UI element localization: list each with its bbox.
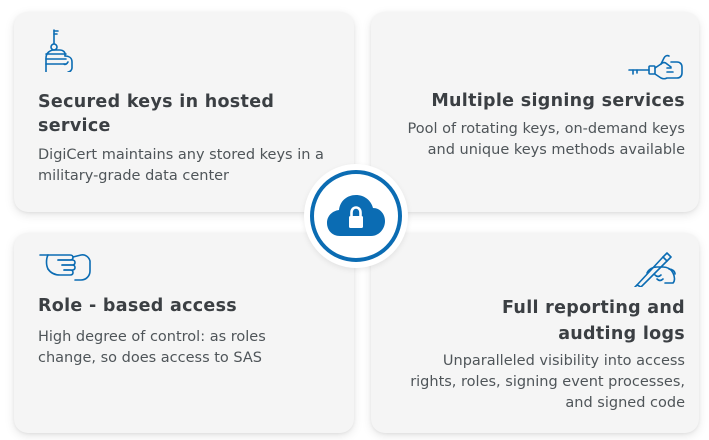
feature-card-multiple-signing: Multiple signing services Pool of rotati… (371, 12, 699, 212)
card-description: DigiCert maintains any stored keys in a … (38, 147, 324, 184)
card-description: Pool of rotating keys, on-demand keys an… (407, 121, 685, 158)
card-description: High degree of control: as roles change,… (38, 329, 266, 366)
feature-card-secured-keys: Secured keys in hosted service DigiCert … (14, 12, 354, 212)
hand-holding-key-icon (40, 28, 76, 72)
card-title: Secured keys in hosted service (38, 92, 275, 136)
hand-offering-key-icon (627, 52, 685, 82)
feature-card-full-reporting: Full reporting and audting logs Unparall… (371, 233, 699, 433)
feature-card-role-access: Role - based access High degree of contr… (14, 233, 354, 433)
card-description: Unparalleled visibility into access righ… (410, 353, 685, 411)
card-title: Full reporting and audting logs (502, 298, 685, 344)
pointing-hand-icon (38, 249, 94, 283)
center-badge (304, 164, 408, 268)
hand-writing-icon (633, 251, 679, 287)
card-title: Multiple signing services (431, 91, 685, 111)
card-title: Role - based access (38, 296, 238, 316)
